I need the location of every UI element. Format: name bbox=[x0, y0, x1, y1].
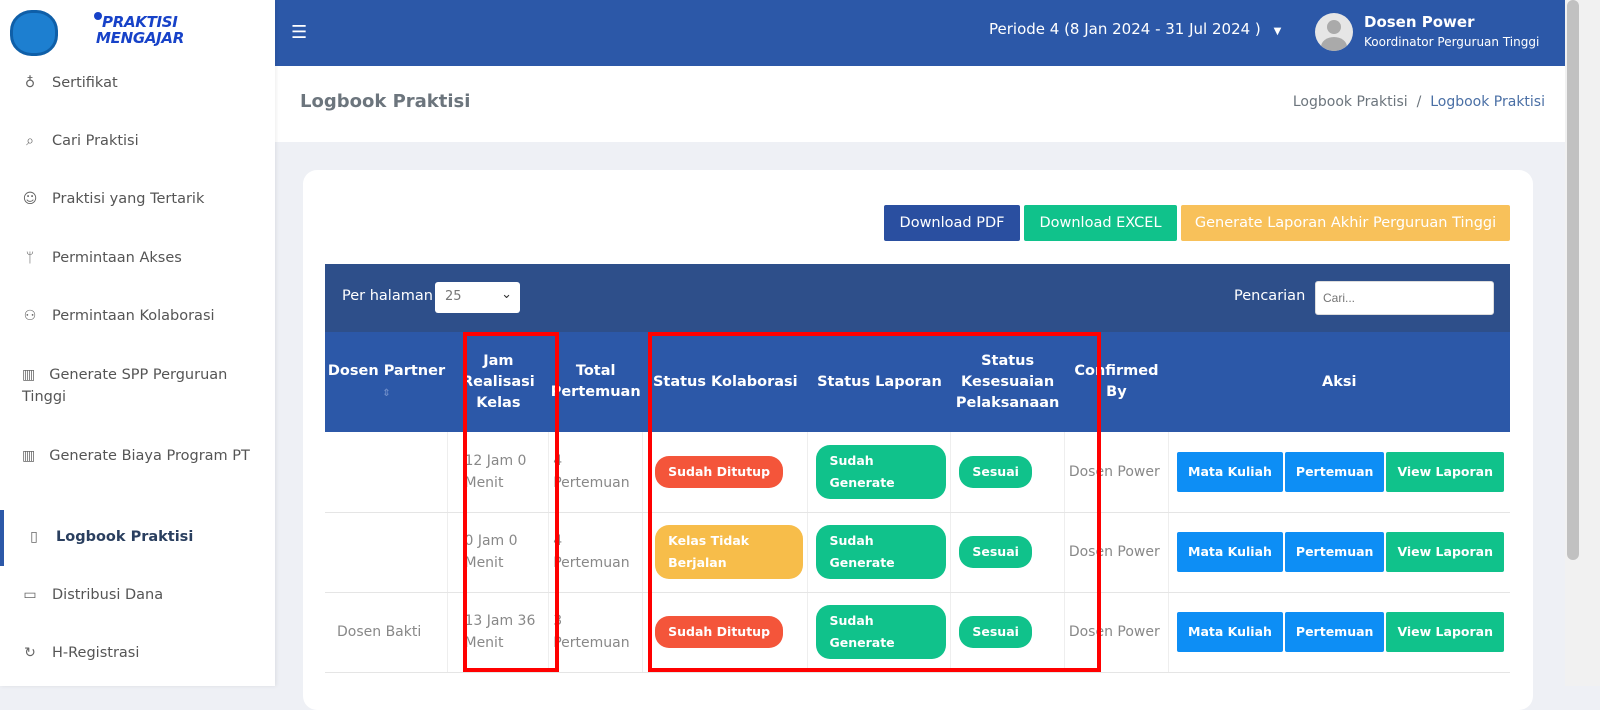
sidebar-item-distribusi-dana[interactable]: ▭ Distribusi Dana bbox=[22, 584, 262, 606]
search-label: Pencarian bbox=[1234, 288, 1306, 304]
col-aksi: Aksi bbox=[1168, 332, 1510, 432]
sidebar-item-label: Praktisi yang Tertarik bbox=[52, 191, 205, 207]
status-laporan-badge: Sudah Generate bbox=[816, 605, 947, 659]
sidebar-item-label: Logbook Praktisi bbox=[56, 529, 194, 545]
per-page-label: Per halaman bbox=[342, 288, 433, 304]
scrollbar[interactable] bbox=[1565, 0, 1600, 686]
status-laporan-badge: Sudah Generate bbox=[816, 525, 947, 579]
sidebar-item-permintaan-kolaborasi[interactable]: ⚇ Permintaan Kolaborasi bbox=[22, 305, 262, 327]
mata-kuliah-button[interactable]: Mata Kuliah bbox=[1177, 612, 1283, 652]
pertemuan-button[interactable]: Pertemuan bbox=[1284, 451, 1385, 492]
avatar[interactable] bbox=[1315, 13, 1353, 51]
sidebar-item-sertifikat[interactable]: ♁ Sertifikat bbox=[22, 72, 262, 94]
menu-toggle-icon[interactable]: ☰ bbox=[291, 22, 307, 43]
col-total-pertemuan: Total Pertemuan bbox=[548, 332, 643, 432]
refresh-icon: ↻ bbox=[24, 645, 36, 661]
sliders-icon: ▥ bbox=[22, 367, 36, 383]
smile-icon: ☺ bbox=[22, 191, 38, 207]
view-laporan-button[interactable]: View Laporan bbox=[1386, 532, 1504, 572]
kemdikbud-logo bbox=[10, 10, 58, 56]
wallet-icon: ▭ bbox=[23, 587, 37, 603]
breadcrumb-item[interactable]: Logbook Praktisi bbox=[1293, 94, 1408, 110]
sidebar: PRAKTISI MENGAJAR ♁ Sertifikat ⌕ Cari Prakti… bbox=[0, 0, 275, 686]
total-pertemuan: 3 Pertemuan bbox=[548, 592, 643, 673]
active-indicator bbox=[0, 510, 4, 566]
breadcrumb: Logbook Praktisi / Logbook Praktisi bbox=[1292, 94, 1545, 110]
sort-icon[interactable]: ⇕ bbox=[382, 388, 390, 399]
sidebar-item-label: Generate SPP Perguruan Tinggi bbox=[22, 367, 228, 405]
per-page-select[interactable]: 25 ⌄ bbox=[435, 282, 520, 313]
dosen-partner bbox=[325, 512, 448, 593]
book-icon: ▯ bbox=[30, 529, 38, 545]
page-header: Logbook Praktisi Logbook Praktisi / Logb… bbox=[275, 66, 1565, 142]
confirmed-by: Dosen Power bbox=[1063, 592, 1169, 673]
sidebar-item-label: Sertifikat bbox=[52, 75, 118, 91]
jam-realisasi: 0 Jam 0 Menit bbox=[447, 512, 549, 593]
periode-dropdown[interactable]: Periode 4 (8 Jan 2024 - 31 Jul 2024 ) ▼ bbox=[989, 20, 1281, 38]
pertemuan-button[interactable]: Pertemuan bbox=[1284, 612, 1385, 652]
total-pertemuan: 4 Pertemuan bbox=[548, 512, 643, 593]
logbook-table: Dosen Partner ⇕ Jam Realisasi Kelas Tota… bbox=[325, 332, 1510, 673]
award-icon: ♁ bbox=[24, 75, 36, 91]
sidebar-item-praktisi-yang-tertarik[interactable]: ☺ Praktisi yang Tertarik bbox=[22, 188, 262, 210]
user-name: Dosen Power bbox=[1364, 13, 1475, 31]
status-kesesuaian-badge: Sesuai bbox=[959, 536, 1032, 568]
table-row: 0 Jam 0 Menit 4 Pertemuan Kelas Tidak Be… bbox=[325, 512, 1510, 593]
pertemuan-button[interactable]: Pertemuan bbox=[1284, 532, 1385, 572]
sidebar-item-label: Generate Biaya Program PT bbox=[49, 448, 250, 464]
page-title: Logbook Praktisi bbox=[300, 91, 471, 112]
table-row: Dosen Bakti 13 Jam 36 Menit 3 Pertemuan … bbox=[325, 592, 1510, 673]
table-row: 12 Jam 0 Menit 4 Pertemuan Sudah Ditutup… bbox=[325, 432, 1510, 513]
sidebar-item-label: Permintaan Akses bbox=[52, 250, 182, 266]
total-pertemuan: 4 Pertemuan bbox=[548, 432, 643, 513]
status-kolaborasi-badge: Sudah Ditutup bbox=[655, 616, 784, 648]
view-laporan-button[interactable]: View Laporan bbox=[1386, 451, 1504, 492]
mata-kuliah-button[interactable]: Mata Kuliah bbox=[1177, 532, 1283, 572]
view-laporan-button[interactable]: View Laporan bbox=[1386, 612, 1504, 652]
sidebar-item-h-registrasi[interactable]: ↻ H-Registrasi bbox=[22, 642, 262, 664]
search-input[interactable] bbox=[1315, 281, 1494, 315]
confirmed-by: Dosen Power bbox=[1063, 432, 1169, 513]
col-status-kesesuaian: Status Kesesuaian Pelaksanaan bbox=[950, 332, 1065, 432]
status-kolaborasi-badge: Sudah Ditutup bbox=[655, 455, 784, 488]
dosen-partner bbox=[325, 432, 448, 513]
dosen-partner: Dosen Bakti bbox=[325, 592, 448, 673]
col-status-kolaborasi: Status Kolaborasi bbox=[642, 332, 808, 432]
sliders-icon: ▥ bbox=[22, 448, 36, 464]
generate-laporan-button[interactable]: Generate Laporan Akhir Perguruan Tinggi bbox=[1181, 205, 1510, 241]
download-excel-button[interactable]: Download EXCEL bbox=[1024, 205, 1177, 241]
sidebar-item-generate-spp-perguruan-tinggi[interactable]: ▥ Generate SPP Perguruan Tinggi bbox=[22, 364, 262, 408]
sidebar-item-cari-praktisi[interactable]: ⌕ Cari Praktisi bbox=[22, 130, 262, 152]
sidebar-item-generate-biaya-program-pt[interactable]: ▥ Generate Biaya Program PT bbox=[22, 445, 262, 467]
col-status-laporan: Status Laporan bbox=[807, 332, 951, 432]
col-jam-realisasi: Jam Realisasi Kelas bbox=[447, 332, 549, 432]
status-kesesuaian-badge: Sesuai bbox=[959, 616, 1032, 648]
praktisi-mengajar-logo: PRAKTISI MENGAJAR bbox=[94, 12, 184, 47]
sidebar-item-label: H-Registrasi bbox=[52, 645, 140, 661]
status-laporan-badge: Sudah Generate bbox=[816, 444, 947, 499]
sidebar-item-label: Permintaan Kolaborasi bbox=[52, 308, 215, 324]
status-kolaborasi-badge: Kelas Tidak Berjalan bbox=[655, 525, 804, 579]
col-dosen-partner[interactable]: Dosen Partner ⇕ bbox=[325, 332, 448, 432]
caret-down-icon: ▼ bbox=[1273, 26, 1282, 37]
breadcrumb-current: Logbook Praktisi bbox=[1430, 94, 1545, 110]
search-icon: ⌕ bbox=[26, 133, 34, 149]
mata-kuliah-button[interactable]: Mata Kuliah bbox=[1177, 451, 1283, 492]
table-toolbar: Per halaman 25 ⌄ Pencarian bbox=[325, 264, 1510, 332]
users-icon: ⚇ bbox=[23, 308, 37, 324]
confirmed-by: Dosen Power bbox=[1063, 512, 1169, 593]
antenna-icon: ᛘ bbox=[25, 250, 35, 266]
jam-realisasi: 12 Jam 0 Menit bbox=[447, 432, 549, 513]
chevron-down-icon: ⌄ bbox=[501, 287, 512, 302]
sidebar-item-logbook-praktisi[interactable]: ▯ Logbook Praktisi bbox=[26, 526, 266, 548]
sidebar-item-permintaan-akses[interactable]: ᛘ Permintaan Akses bbox=[22, 247, 262, 269]
status-kesesuaian-badge: Sesuai bbox=[959, 455, 1032, 488]
user-role: Koordinator Perguruan Tinggi bbox=[1364, 35, 1540, 49]
sidebar-item-label: Distribusi Dana bbox=[52, 587, 164, 603]
download-pdf-button[interactable]: Download PDF bbox=[884, 205, 1020, 241]
sidebar-item-label: Cari Praktisi bbox=[52, 133, 139, 149]
col-confirmed-by: Confirmed By bbox=[1064, 332, 1169, 432]
topbar: ☰ Periode 4 (8 Jan 2024 - 31 Jul 2024 ) … bbox=[275, 0, 1565, 66]
jam-realisasi: 13 Jam 36 Menit bbox=[447, 592, 549, 673]
